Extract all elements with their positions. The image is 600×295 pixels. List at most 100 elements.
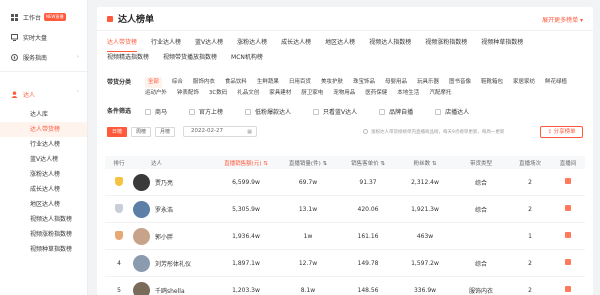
category-chip-2[interactable]: 服饰内衣 xyxy=(193,77,215,88)
sidebar-item-5[interactable]: 成长达人榜 xyxy=(0,182,87,197)
sidebar-item-realtime[interactable]: 实时大盘 xyxy=(0,29,87,45)
header-fans[interactable]: 粉丝数 ⇅ xyxy=(397,159,453,167)
sidebar-item-1[interactable]: 达人带货榜 xyxy=(0,122,87,137)
sidebar-item-4[interactable]: 涨粉达人榜 xyxy=(0,167,87,182)
live-room-cell[interactable] xyxy=(551,232,585,240)
tab-2[interactable]: 蓝V达人榜 xyxy=(195,37,223,52)
category-chip-16[interactable]: 3C数码 xyxy=(209,88,227,99)
expand-more-lists-link[interactable]: 展开更多榜单 ▾ xyxy=(542,15,583,24)
period-button-1[interactable]: 周榜 xyxy=(131,126,151,137)
table-row[interactable]: 4 刘芳彤体礼仪 1,897.1w 12.7w 149.78 1,597.2w 综合 2 xyxy=(105,250,585,277)
header-volume[interactable]: 直播销量(件) ⇅ xyxy=(277,159,339,167)
sidebar-item-9[interactable]: 视频种草指数榜 xyxy=(0,242,87,257)
category-chip-14[interactable]: 运动户外 xyxy=(145,88,167,99)
share-label: 分享榜单 xyxy=(553,128,576,135)
live-room-icon[interactable] xyxy=(565,286,571,292)
category-chip-5[interactable]: 日用百货 xyxy=(289,77,311,88)
talent-cell[interactable]: 刘芳彤体礼仪 xyxy=(133,254,215,272)
category-chip-8[interactable]: 母婴用品 xyxy=(385,77,407,88)
talent-cell[interactable]: 郭小胖 xyxy=(133,227,215,245)
table-row[interactable]: 郭小胖 1,936.4w 1w 161.16 463w 1 xyxy=(105,223,585,250)
sidebar-item-label: 工作台 xyxy=(23,14,42,22)
category-chip-18[interactable]: 家具建材 xyxy=(269,88,291,99)
tab-0[interactable]: 达人带货榜 xyxy=(107,37,138,52)
tab-5[interactable]: 地区达人榜 xyxy=(325,37,355,52)
sidebar-section-talent[interactable]: 达人 ˆ xyxy=(0,86,87,102)
talent-cell[interactable]: 罗永浩 xyxy=(133,200,215,218)
tab-6[interactable]: 视频达人指数榜 xyxy=(369,37,411,52)
talent-name[interactable]: 贾乃亮 xyxy=(155,178,173,187)
live-room-cell[interactable] xyxy=(551,205,585,213)
category-chip-23[interactable]: 汽配摩托 xyxy=(429,88,451,99)
tab-7[interactable]: 视频涨粉指数榜 xyxy=(425,37,467,52)
medal-icon xyxy=(115,203,123,213)
tab-9[interactable]: 视频精选指数榜 xyxy=(107,52,149,67)
talent-name[interactable]: 刘芳彤体礼仪 xyxy=(155,259,191,268)
category-chip-0[interactable]: 全部 xyxy=(144,77,162,88)
sidebar-item-0[interactable]: 达人库 xyxy=(0,107,87,122)
category-chip-20[interactable]: 宠物用品 xyxy=(333,88,355,99)
live-room-icon[interactable] xyxy=(565,178,571,184)
condition-checkbox-4[interactable]: 品牌自播 xyxy=(379,107,413,116)
period-button-0[interactable]: 日榜 xyxy=(107,126,127,137)
talent-cell[interactable]: 千鸥shella xyxy=(133,281,215,295)
category-chip-7[interactable]: 珠宝饰品 xyxy=(353,77,375,88)
sidebar-item-service[interactable]: 服务指南 › xyxy=(0,49,87,65)
header-sales[interactable]: 直播销售额(元) ⇅ xyxy=(215,159,277,167)
condition-checkbox-2[interactable]: 低粉爆款达人 xyxy=(245,107,291,116)
live-room-icon[interactable] xyxy=(565,232,571,238)
condition-label: 只看蓝V达人 xyxy=(323,109,358,116)
condition-checkbox-0[interactable]: 商马 xyxy=(145,107,167,116)
category-chip-11[interactable]: 鞋靴箱包 xyxy=(481,77,503,88)
date-picker[interactable]: 2022-02-27 ▦ xyxy=(183,126,257,137)
category-chip-4[interactable]: 生鲜蔬果 xyxy=(257,77,279,88)
table-row[interactable]: 贾乃亮 6,599.9w 69.7w 91.37 2,312.4w 综合 2 xyxy=(105,169,585,196)
condition-checkbox-1[interactable]: 官方上榜 xyxy=(189,107,223,116)
live-room-cell[interactable] xyxy=(551,286,585,294)
category-chip-22[interactable]: 本地生活 xyxy=(397,88,419,99)
talent-name[interactable]: 千鸥shella xyxy=(155,286,185,295)
category-chip-17[interactable]: 礼品文创 xyxy=(237,88,259,99)
category-chip-3[interactable]: 食品饮料 xyxy=(225,77,247,88)
volume-cell: 69.7w xyxy=(298,178,318,186)
sidebar-item-3[interactable]: 蓝V达人榜 xyxy=(0,152,87,167)
sidebar-item-workbench[interactable]: 工作台 NEW直播 xyxy=(0,9,87,25)
tab-10[interactable]: 视频带货播放指数榜 xyxy=(163,52,217,67)
sales-cell: 6,599.9w xyxy=(232,178,260,186)
condition-checkbox-5[interactable]: 店播达人 xyxy=(435,107,469,116)
talent-cell[interactable]: 贾乃亮 xyxy=(133,173,215,191)
table-row[interactable]: 罗永浩 5,305.9w 13.1w 420.06 1,921.3w 综合 2 xyxy=(105,196,585,223)
share-list-button[interactable]: ⇪ 分享榜单 xyxy=(540,125,583,138)
category-chip-6[interactable]: 美妆护肤 xyxy=(321,77,343,88)
rank-cell: 4 xyxy=(105,260,133,267)
sidebar-item-2[interactable]: 行业达人榜 xyxy=(0,137,87,152)
header-price[interactable]: 销售客单价 ⇅ xyxy=(339,159,397,167)
tab-8[interactable]: 视频种草指数榜 xyxy=(481,37,523,52)
count-cell: 2 xyxy=(528,286,532,294)
live-room-cell[interactable] xyxy=(551,259,585,267)
category-chip-10[interactable]: 图书音像 xyxy=(449,77,471,88)
talent-name[interactable]: 郭小胖 xyxy=(155,232,173,241)
category-chip-13[interactable]: 鲜花绿植 xyxy=(545,77,567,88)
category-chip-12[interactable]: 家居家纺 xyxy=(513,77,535,88)
tab-11[interactable]: MCN机构榜 xyxy=(231,52,263,67)
category-chip-15[interactable]: 钟表配饰 xyxy=(177,88,199,99)
live-room-icon[interactable] xyxy=(565,205,571,211)
category-chip-9[interactable]: 玩具乐器 xyxy=(417,77,439,88)
period-button-2[interactable]: 月榜 xyxy=(155,126,175,137)
sidebar-item-6[interactable]: 地区达人榜 xyxy=(0,197,87,212)
category-chip-19[interactable]: 厨卫家电 xyxy=(301,88,323,99)
category-chip-21[interactable]: 医药保健 xyxy=(365,88,387,99)
category-chip-1[interactable]: 综合 xyxy=(172,77,183,88)
talent-name[interactable]: 罗永浩 xyxy=(155,205,173,214)
tab-1[interactable]: 行业达人榜 xyxy=(151,37,181,52)
tab-3[interactable]: 涨粉达人榜 xyxy=(237,37,267,52)
time-filter: 日榜 周榜 月榜 2022-02-27 ▦ 涨粉达人带货榜榜单内直播商品榜，每天9点… xyxy=(97,117,593,139)
sidebar-item-8[interactable]: 视频涨粉指数榜 xyxy=(0,227,87,242)
live-room-icon[interactable] xyxy=(565,259,571,265)
sidebar-item-7[interactable]: 视频达人指数榜 xyxy=(0,212,87,227)
live-room-cell[interactable] xyxy=(551,178,585,186)
tab-4[interactable]: 成长达人榜 xyxy=(281,37,311,52)
condition-checkbox-3[interactable]: 只看蓝V达人 xyxy=(313,107,357,116)
table-row[interactable]: 5 千鸥shella 1,203.3w 8.1w 148.56 336.9w 服饰内衣 2 xyxy=(105,277,585,295)
